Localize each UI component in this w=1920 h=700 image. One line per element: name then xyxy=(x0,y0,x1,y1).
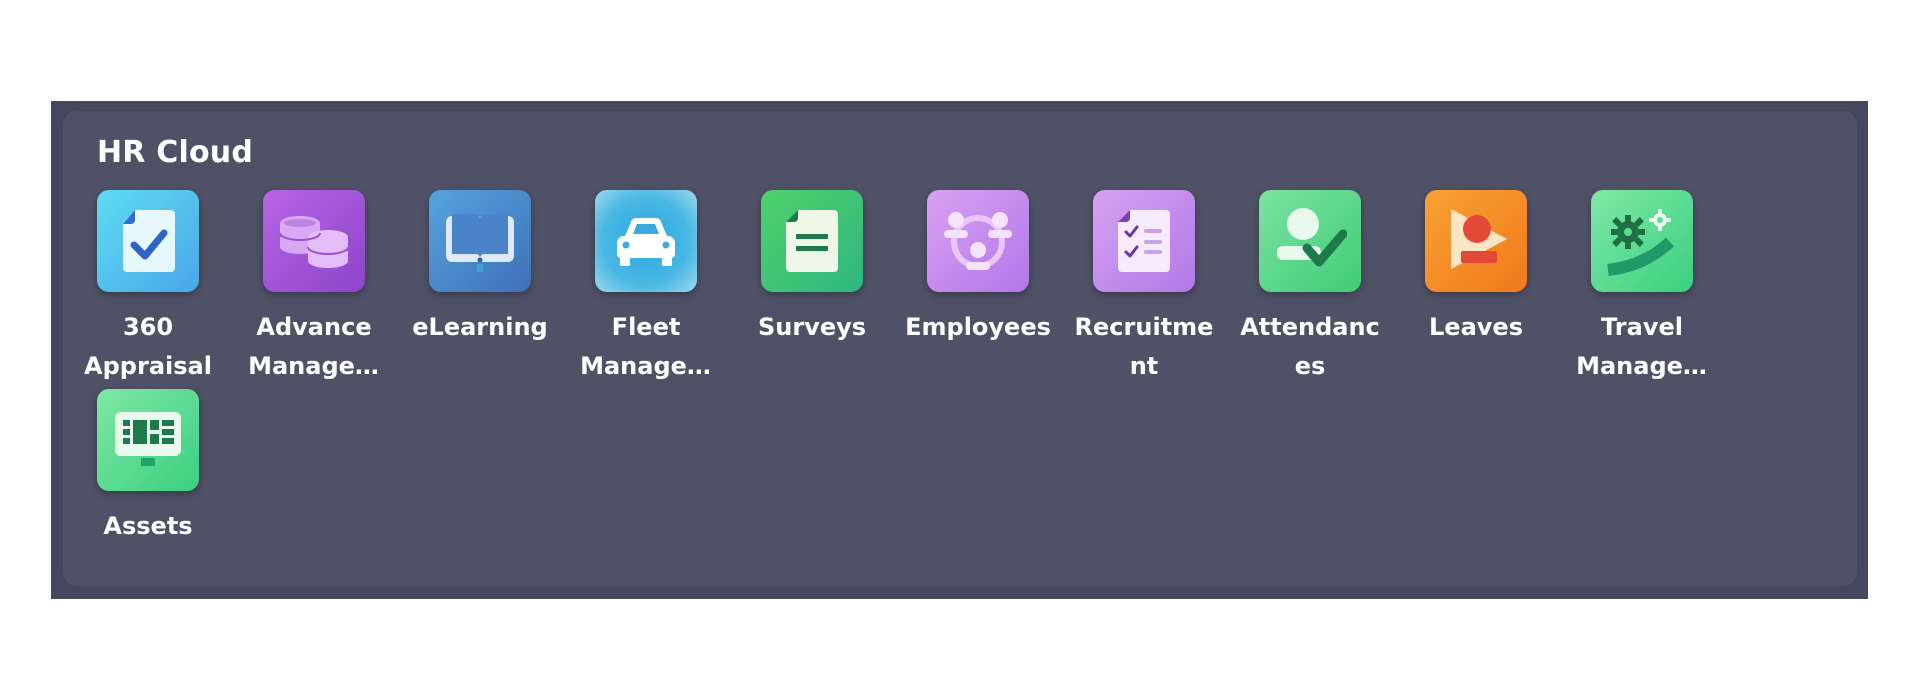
app-fleet-management[interactable]: Fleet Managem… xyxy=(580,190,712,389)
app-label: Advance Managem… xyxy=(248,313,380,380)
app-recruitment[interactable]: Recruitment xyxy=(1075,190,1213,389)
app-travel-management[interactable]: Travel Managem… xyxy=(1576,190,1708,389)
checklist-icon[interactable] xyxy=(1093,190,1195,292)
panel-title: HR Cloud xyxy=(97,135,253,170)
hr-cloud-backdrop: HR Cloud 360 Appraisal Advance Managem e… xyxy=(51,101,1868,599)
coins-stack-icon[interactable] xyxy=(263,190,365,292)
app-label: Attendances xyxy=(1240,313,1380,380)
monitor-dashboard-icon[interactable] xyxy=(97,389,199,491)
app-advance-management[interactable]: Advance Managem… xyxy=(248,190,380,389)
hr-cloud-panel: HR Cloud 360 Appraisal Advance Managem e… xyxy=(63,111,1857,586)
app-label: Fleet Managem… xyxy=(580,313,712,380)
user-flag-icon[interactable] xyxy=(1425,190,1527,292)
app-employees[interactable]: Employees xyxy=(905,190,1051,389)
app-label: Employees xyxy=(905,313,1051,341)
app-leaves[interactable]: Leaves xyxy=(1425,190,1527,389)
appraisal-doc-check-icon[interactable] xyxy=(97,190,199,292)
app-assets[interactable]: Assets xyxy=(97,389,199,588)
app-label: Assets xyxy=(103,512,193,540)
app-label: eLearning xyxy=(412,313,548,341)
app-label: Leaves xyxy=(1429,313,1523,341)
app-elearning[interactable]: eLearning xyxy=(412,190,548,389)
app-label: Surveys xyxy=(757,313,867,341)
app-360-appraisal[interactable]: 360 Appraisal xyxy=(84,190,212,389)
gears-road-icon[interactable] xyxy=(1591,190,1693,292)
app-grid: 360 Appraisal Advance Managem eLearning … xyxy=(84,190,1797,588)
app-label: Recruitment xyxy=(1074,313,1214,380)
user-check-icon[interactable] xyxy=(1259,190,1361,292)
open-book-icon[interactable] xyxy=(429,190,531,292)
app-label: 360 Appraisal xyxy=(84,313,212,380)
app-attendances[interactable]: Attendances xyxy=(1240,190,1380,389)
car-icon[interactable] xyxy=(595,190,697,292)
survey-document-icon[interactable] xyxy=(761,190,863,292)
app-surveys[interactable]: Surveys xyxy=(758,190,866,389)
employees-group-icon[interactable] xyxy=(927,190,1029,292)
app-label: Travel Managem… xyxy=(1576,313,1708,380)
